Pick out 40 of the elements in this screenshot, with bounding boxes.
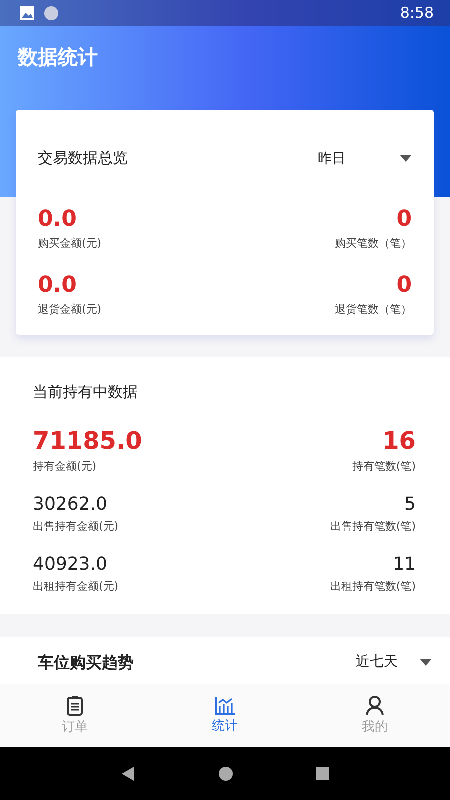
metric-label: 持有笔数(笔)	[352, 459, 416, 474]
clipboard-icon	[66, 696, 84, 716]
metric-label: 出售持有笔数(笔)	[330, 519, 416, 534]
page-title: 数据统计	[18, 44, 99, 71]
status-time: 8:58	[400, 4, 434, 22]
section-title: 车位购买趋势	[38, 653, 134, 674]
metric-value: 11	[393, 554, 416, 575]
metric-value: 30262.0	[33, 494, 108, 515]
circle-icon	[44, 6, 59, 20]
nav-tab[interactable]: 订单	[0, 684, 150, 747]
metric-value: 0	[396, 273, 412, 298]
card-title: 交易数据总览	[38, 149, 128, 168]
metric-value: 16	[382, 427, 416, 455]
metric-label: 购买金额(元)	[38, 236, 102, 251]
home-icon[interactable]	[218, 766, 232, 780]
metric-value: 0.0	[38, 207, 77, 232]
metric-label: 购买笔数（笔）	[335, 236, 412, 251]
period-dropdown[interactable]: 近七天	[356, 653, 432, 671]
caret-icon	[400, 155, 412, 162]
recents-icon[interactable]	[316, 767, 328, 780]
metric-label: 出租持有金额(元)	[33, 579, 119, 594]
back-icon[interactable]	[122, 766, 136, 780]
caret-icon	[420, 658, 432, 666]
metric-value: 5	[404, 494, 416, 515]
metric-value: 0	[396, 207, 412, 232]
nav-tab[interactable]: 统计	[150, 684, 300, 747]
metric-label: 退货金额(元)	[38, 302, 102, 317]
section-title: 当前持有中数据	[33, 382, 138, 402]
metric-label: 持有金额(元)	[33, 459, 97, 474]
image-icon	[20, 6, 34, 20]
metric-label: 出售持有金额(元)	[33, 519, 119, 534]
metric-value: 40923.0	[33, 554, 108, 575]
nav-tab[interactable]: 我的	[300, 684, 450, 747]
bar-chart-icon	[215, 696, 235, 714]
metric-value: 0.0	[38, 273, 77, 298]
metric-label: 退货笔数（笔）	[335, 302, 412, 317]
period-dropdown[interactable]: 昨日	[318, 150, 412, 168]
person-icon	[366, 696, 384, 716]
metric-value: 71185.0	[33, 427, 142, 455]
metric-label: 出租持有笔数(笔)	[330, 579, 416, 594]
